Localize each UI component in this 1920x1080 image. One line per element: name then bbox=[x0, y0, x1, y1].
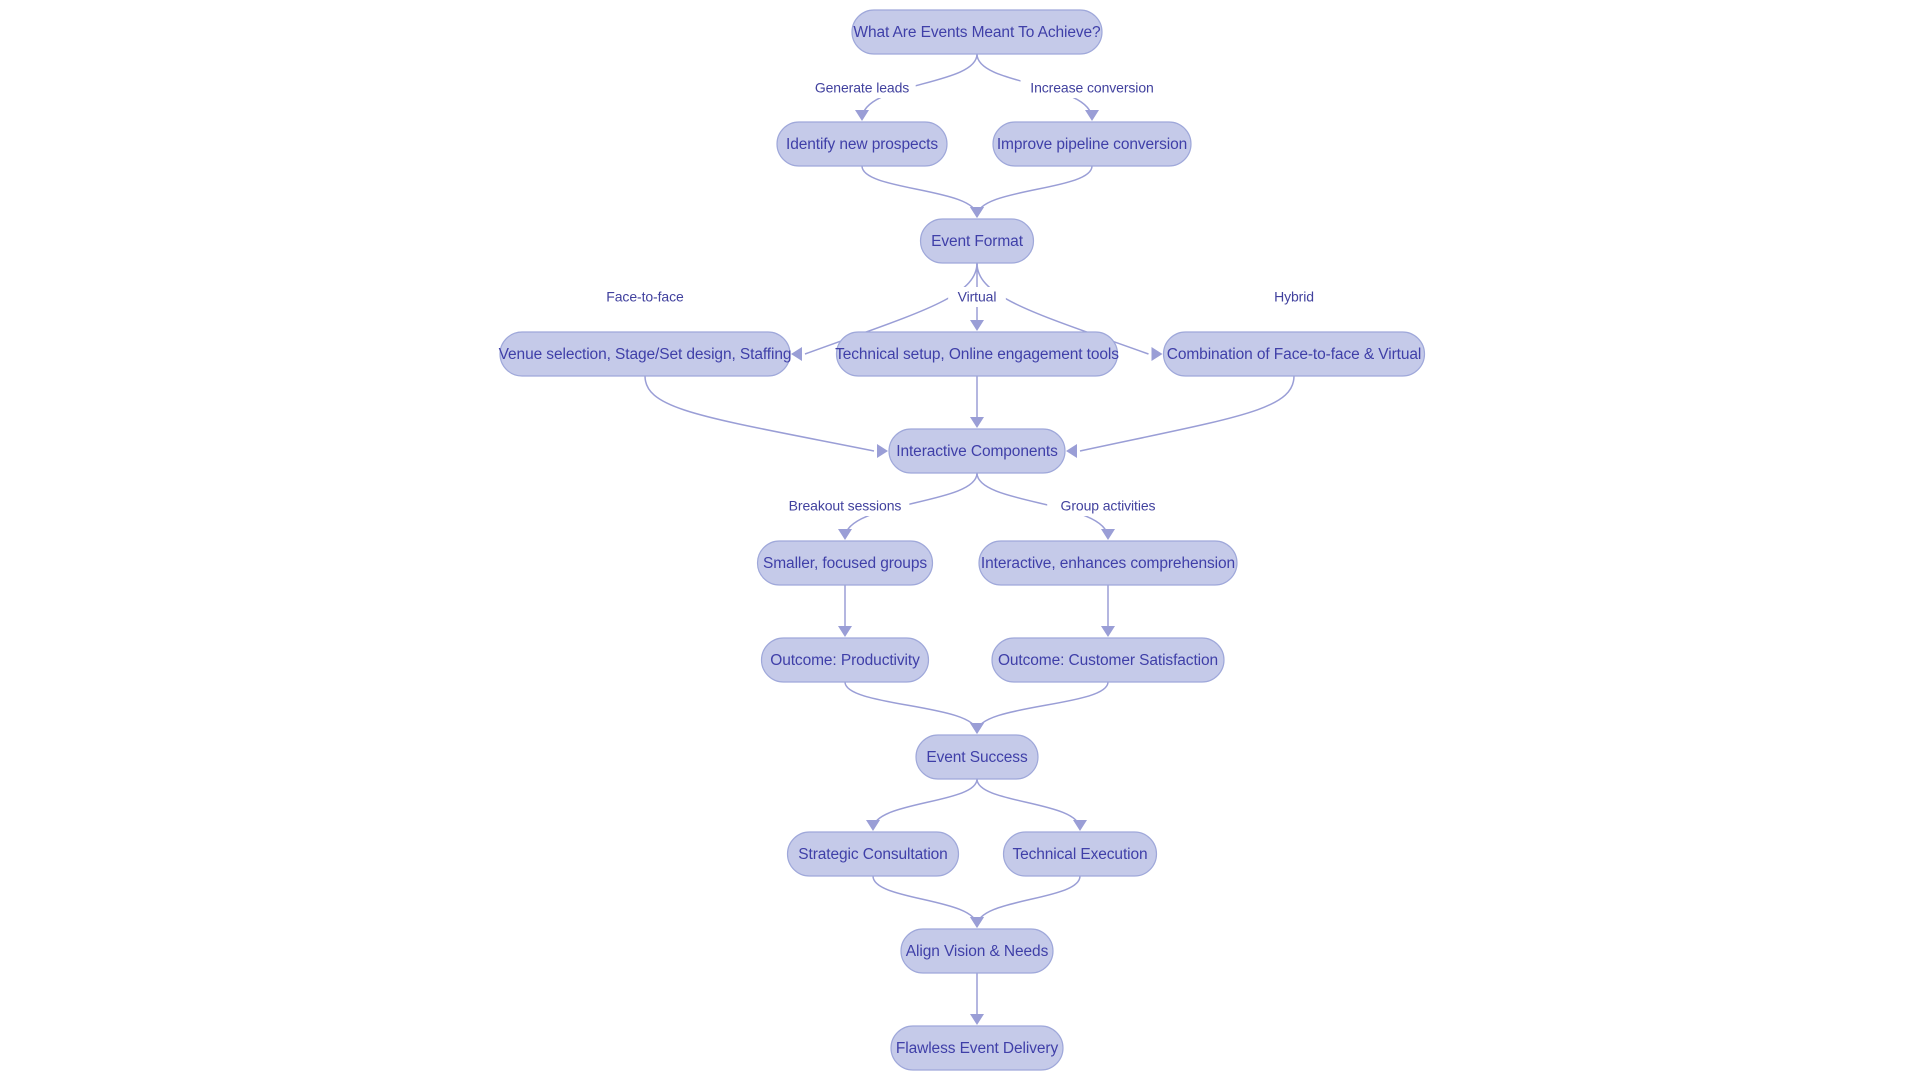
edge-label-text: Virtual bbox=[958, 289, 997, 305]
flow-node[interactable]: Technical setup, Online engagement tools bbox=[835, 331, 1119, 377]
flow-edge bbox=[976, 875, 1081, 927]
edge-label-increase-conversion: Increase conversion bbox=[1020, 78, 1164, 98]
arrow-head bbox=[866, 820, 880, 831]
arrow-head bbox=[970, 917, 984, 928]
flow-edge bbox=[644, 375, 875, 452]
flow-node[interactable]: Smaller, focused groups bbox=[756, 540, 934, 586]
flow-node[interactable]: Technical Execution bbox=[1002, 831, 1158, 877]
node-shape-event-success[interactable] bbox=[915, 734, 1039, 780]
edge-label-text: Hybrid bbox=[1274, 289, 1314, 305]
edge-label-text: Generate leads bbox=[815, 80, 909, 96]
flow-node[interactable]: Outcome: Productivity bbox=[760, 637, 930, 683]
arrow-head bbox=[1101, 529, 1115, 540]
arrow-head bbox=[1066, 444, 1077, 458]
flow-node[interactable]: Align Vision & Needs bbox=[900, 928, 1054, 974]
edge-label-face-to-face: Face-to-face bbox=[598, 287, 692, 307]
node-shape-align-vision-needs[interactable] bbox=[900, 928, 1054, 974]
node-shape-outcome-customer-satisfaction[interactable] bbox=[991, 637, 1225, 683]
arrow-head bbox=[1073, 820, 1087, 831]
edge-label-text: Breakout sessions bbox=[789, 498, 902, 514]
flowchart-svg: Generate leads Increase conversion Face-to… bbox=[499, 9, 1426, 1071]
edge-label-hybrid: Hybrid bbox=[1268, 287, 1320, 307]
node-shape-technical-setup-online-engagement-tools[interactable] bbox=[835, 331, 1119, 377]
flow-node[interactable]: Flawless Event Delivery bbox=[890, 1025, 1064, 1071]
edge-label-text: Face-to-face bbox=[606, 289, 684, 305]
flowchart-canvas: Generate leads Increase conversion Face-to… bbox=[0, 0, 1920, 1080]
flow-node[interactable]: Event Format bbox=[919, 218, 1035, 264]
arrow-head bbox=[970, 1014, 984, 1025]
arrow-head bbox=[1151, 347, 1163, 361]
flow-node[interactable]: Combination of Face-to-face & Virtual bbox=[1162, 331, 1426, 377]
arrow-head bbox=[838, 626, 852, 637]
flow-edge bbox=[976, 165, 1093, 217]
node-shape-strategic-consultation[interactable] bbox=[786, 831, 960, 877]
node-shape-event-format[interactable] bbox=[919, 218, 1035, 264]
flow-node[interactable]: Outcome: Customer Satisfaction bbox=[991, 637, 1225, 683]
arrow-head bbox=[970, 320, 984, 331]
edge-label-text: Increase conversion bbox=[1030, 80, 1153, 96]
flow-edge bbox=[872, 875, 978, 927]
arrow-head bbox=[791, 347, 802, 361]
node-shape-combination-of-face-to-face-virtual[interactable] bbox=[1162, 331, 1426, 377]
flow-node[interactable]: What Are Events Meant To Achieve? bbox=[851, 9, 1103, 55]
edge-label-virtual: Virtual bbox=[948, 287, 1006, 307]
arrow-head bbox=[1101, 626, 1115, 637]
node-shape-what-are-events-meant-to-achieve[interactable] bbox=[851, 9, 1103, 55]
flow-node[interactable]: Venue selection, Stage/Set design, Staff… bbox=[499, 331, 792, 377]
node-shape-flawless-event-delivery[interactable] bbox=[890, 1025, 1064, 1071]
flow-edge bbox=[844, 681, 978, 733]
node-shape-identify-new-prospects[interactable] bbox=[776, 121, 948, 167]
node-shape-interactive-components[interactable] bbox=[888, 428, 1066, 474]
arrow-head bbox=[838, 529, 852, 540]
arrow-head bbox=[970, 417, 984, 428]
flow-node[interactable]: Event Success bbox=[915, 734, 1039, 780]
edges-layer bbox=[644, 53, 1295, 1025]
flow-edge bbox=[872, 778, 978, 830]
arrow-head bbox=[970, 207, 984, 218]
flow-edge bbox=[861, 165, 978, 217]
node-shape-interactive-enhances-comprehension[interactable] bbox=[978, 540, 1238, 586]
flow-edge bbox=[1079, 375, 1295, 452]
node-shape-outcome-productivity[interactable] bbox=[760, 637, 930, 683]
node-shape-smaller-focused-groups[interactable] bbox=[756, 540, 934, 586]
flow-node[interactable]: Improve pipeline conversion bbox=[992, 121, 1192, 167]
edge-label-group-activities: Group activities bbox=[1047, 496, 1169, 516]
node-shape-technical-execution[interactable] bbox=[1002, 831, 1158, 877]
flow-edge bbox=[976, 778, 1081, 830]
arrow-head bbox=[877, 444, 888, 458]
flow-edge bbox=[976, 681, 1109, 733]
edge-label-text: Group activities bbox=[1061, 498, 1156, 514]
flow-node[interactable]: Identify new prospects bbox=[776, 121, 948, 167]
arrow-head bbox=[855, 110, 869, 121]
node-shape-venue-selection-stage-set-design-staffing[interactable] bbox=[499, 331, 791, 377]
arrow-head bbox=[970, 723, 984, 734]
edge-label-breakout-sessions: Breakout sessions bbox=[780, 496, 910, 516]
arrow-head bbox=[1085, 110, 1099, 121]
flow-node[interactable]: Interactive, enhances comprehension bbox=[978, 540, 1238, 586]
edge-label-generate-leads: Generate leads bbox=[808, 78, 916, 98]
flow-node[interactable]: Interactive Components bbox=[888, 428, 1066, 474]
nodes-layer: What Are Events Meant To Achieve? Identif… bbox=[499, 9, 1426, 1071]
node-shape-improve-pipeline-conversion[interactable] bbox=[992, 121, 1192, 167]
flow-node[interactable]: Strategic Consultation bbox=[786, 831, 960, 877]
